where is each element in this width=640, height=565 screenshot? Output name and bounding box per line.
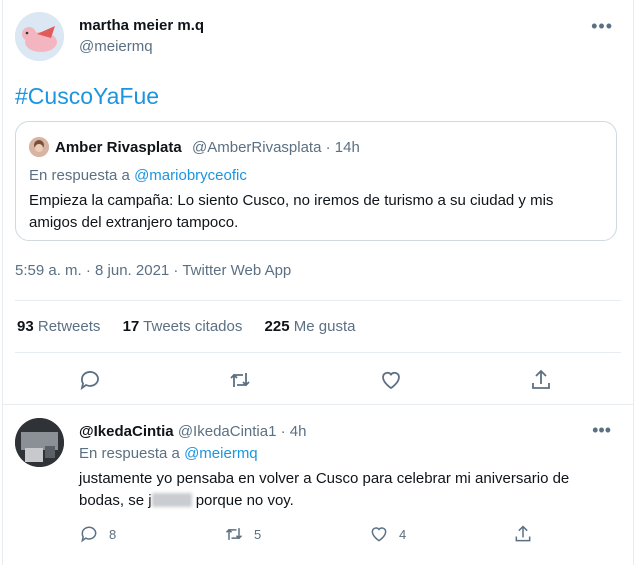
reply-icon[interactable] [78,368,102,392]
quoted-author-meta: @AmberRivasplata · 14h [192,139,360,156]
retweet-icon[interactable] [224,524,244,544]
reply-share-action[interactable] [513,523,533,545]
tweet-detail: martha meier m.q @meiermq ••• #CuscoYaFu… [2,0,634,565]
tweet-actions [3,368,633,394]
reply-actions: 8 5 4 [79,523,613,545]
divider [15,300,621,301]
retweet-count: 5 [254,526,262,542]
quoted-reply-to-link[interactable]: @mariobryceofic [134,167,247,184]
author-name[interactable]: martha meier m.q [79,17,204,34]
like-icon[interactable] [369,524,389,544]
retweets-label: Retweets [37,318,101,335]
more-options-icon[interactable]: ••• [592,420,611,441]
retweets-count: 93 [17,318,34,335]
reply-tweet[interactable]: @IkedaCintia @IkedaCintia1 · 4h ••• En r… [3,406,633,565]
reply-text-part2: porque no voy. [191,492,294,509]
quoted-reply-context: En respuesta a @mariobryceofic [29,167,247,184]
reply-context: En respuesta a @meiermq [79,445,258,462]
quoted-tweet[interactable]: Amber Rivasplata @AmberRivasplata · 14h … [15,121,617,241]
reply-author-avatar[interactable] [15,418,64,467]
more-options-icon[interactable]: ••• [591,16,613,37]
tweet-header: martha meier m.q @meiermq ••• [15,12,621,62]
author-avatar[interactable] [15,12,64,61]
quotes-count: 17 [122,318,140,335]
reply-to-link[interactable]: @meiermq [184,445,258,462]
divider [3,404,633,405]
tweet-timestamp[interactable]: 5:59 a. m. · 8 jun. 2021 · Twitter Web A… [15,262,291,279]
reply-retweet-action[interactable]: 5 [224,523,261,545]
author-handle[interactable]: @meiermq [79,38,153,55]
censored-word [151,493,192,507]
reply-author-meta[interactable]: @IkedaCintia1 · 4h [178,423,307,440]
quotes-label: Tweets citados [143,318,243,335]
tweet-stats: 93 Retweets 17 Tweets citados 225 Me gus… [17,318,373,335]
like-icon[interactable] [379,368,403,392]
quoted-tweet-text: Empieza la campaña: Lo siento Cusco, no … [29,192,554,231]
share-icon[interactable] [513,524,533,544]
retweet-icon[interactable] [228,368,252,392]
reply-author-name[interactable]: @IkedaCintia [79,423,174,440]
reply-icon[interactable] [79,524,99,544]
like-count: 4 [399,526,407,542]
reply-reply-action[interactable]: 8 [79,523,116,545]
likes-label: Me gusta [293,318,356,335]
share-icon[interactable] [529,368,553,392]
quoted-reply-prefix: En respuesta a [29,167,130,184]
retweets-stat[interactable]: 93 Retweets [17,318,100,335]
hashtag-link[interactable]: #CuscoYaFue [15,83,159,110]
reply-author: @IkedaCintia @IkedaCintia1 · 4h [79,423,306,440]
quoted-author-name: Amber Rivasplata [55,139,182,156]
quoted-author-avatar [29,137,49,157]
quotes-stat[interactable]: 17 Tweets citados [123,318,243,335]
reply-prefix: En respuesta a [79,445,180,462]
reply-text: justamente yo pensaba en volver a Cusco … [79,468,609,512]
likes-stat[interactable]: 225 Me gusta [265,318,356,335]
likes-count: 225 [264,318,290,335]
reply-count: 8 [109,526,117,542]
divider [15,352,621,353]
reply-like-action[interactable]: 4 [369,523,406,545]
